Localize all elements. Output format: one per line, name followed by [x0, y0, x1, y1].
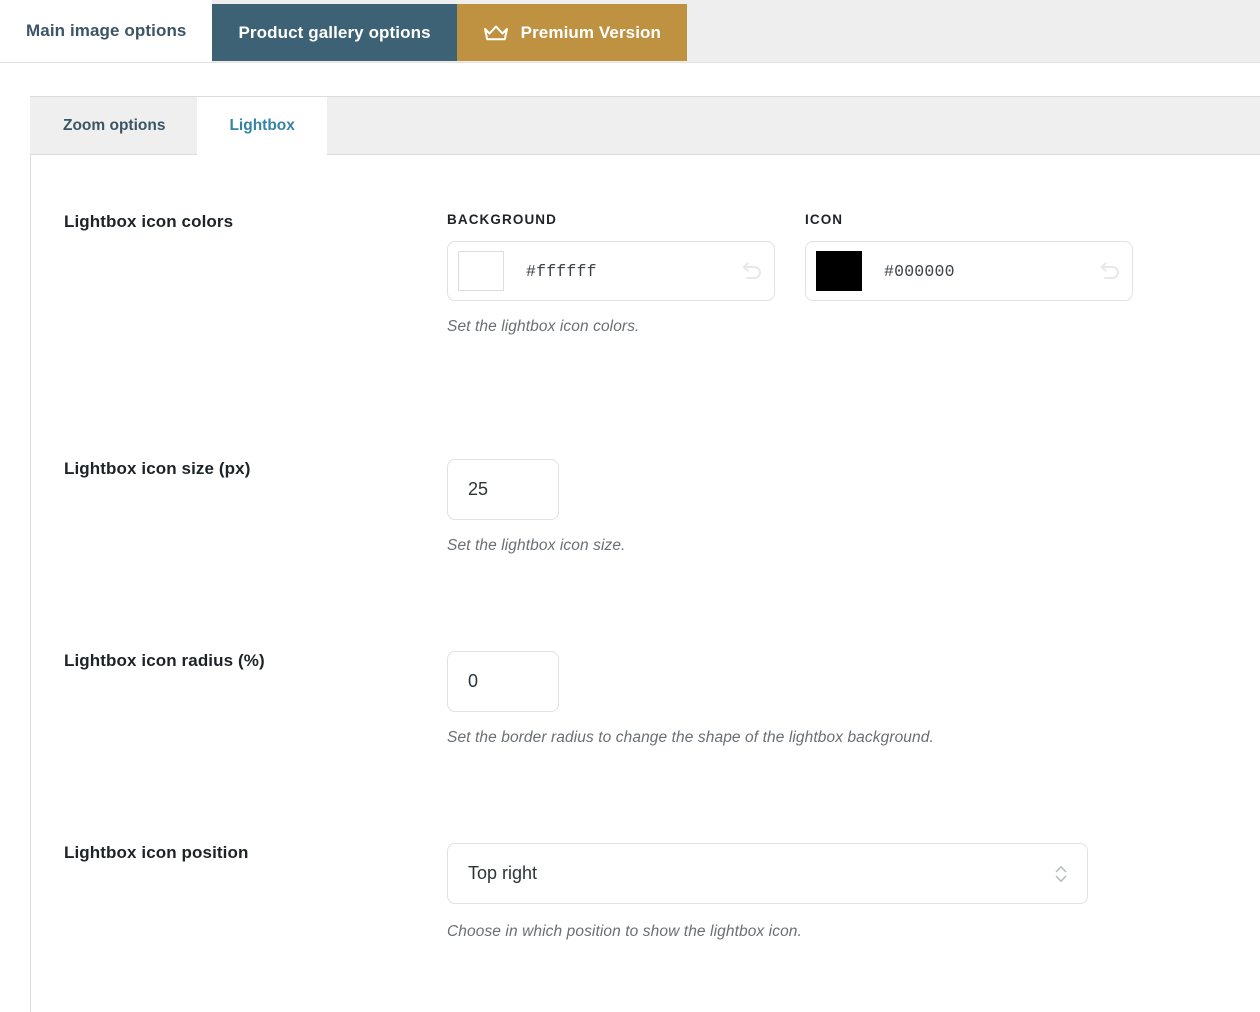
- undo-icon[interactable]: [738, 258, 764, 284]
- sub-tab-lightbox[interactable]: Lightbox: [197, 97, 327, 155]
- label-lightbox-icon-colors: Lightbox icon colors: [64, 212, 234, 231]
- lightbox-icon-position-value: Top right: [468, 863, 538, 883]
- field-lightbox-icon-colors: BACKGROUND #ffffff ICON #000000 Set the …: [447, 212, 1260, 336]
- lightbox-icon-radius-input[interactable]: 0: [447, 651, 559, 712]
- sub-tab-bar: Zoom options Lightbox: [30, 96, 1260, 155]
- color-picker-group: BACKGROUND #ffffff ICON #000000: [447, 212, 1260, 301]
- label-lightbox-icon-position: Lightbox icon position: [64, 843, 249, 862]
- description-lightbox-icon-position: Choose in which position to show the lig…: [447, 923, 802, 940]
- settings-panel: Zoom options Lightbox Lightbox icon colo…: [30, 96, 1260, 1012]
- color-swatch-icon[interactable]: [816, 251, 862, 291]
- main-tab-bar: Main image options Product gallery optio…: [0, 0, 1260, 63]
- color-column-background: BACKGROUND #ffffff: [447, 212, 805, 301]
- chevron-updown-icon: [1053, 861, 1069, 887]
- page-body: Zoom options Lightbox Lightbox icon colo…: [0, 63, 1260, 1012]
- description-lightbox-icon-radius: Set the border radius to change the shap…: [447, 729, 934, 746]
- crown-icon: [483, 24, 509, 42]
- tab-product-gallery-options[interactable]: Product gallery options: [212, 4, 457, 61]
- description-lightbox-icon-colors: Set the lightbox icon colors.: [447, 318, 640, 335]
- setting-row-lightbox-icon-size: Lightbox icon size (px) 25 Set the light…: [31, 336, 1260, 555]
- color-swatch-background[interactable]: [458, 251, 504, 291]
- label-lightbox-icon-size: Lightbox icon size (px): [64, 459, 251, 478]
- tab-premium-version[interactable]: Premium Version: [456, 4, 688, 61]
- field-lightbox-icon-size: 25 Set the lightbox icon size.: [447, 459, 1260, 555]
- tab-main-image-options[interactable]: Main image options: [0, 0, 213, 62]
- tab-product-gallery-options-label: Product gallery options: [238, 22, 431, 42]
- setting-row-lightbox-icon-position: Lightbox icon position Top right Choose …: [31, 747, 1260, 941]
- tab-main-image-options-label: Main image options: [26, 21, 187, 40]
- color-field-background[interactable]: #ffffff: [447, 241, 775, 301]
- sub-tab-zoom-options[interactable]: Zoom options: [31, 97, 197, 154]
- color-value-background[interactable]: #ffffff: [504, 262, 738, 281]
- color-column-icon: ICON #000000: [805, 212, 1133, 301]
- field-lightbox-icon-position: Top right Choose in which position to sh…: [447, 843, 1260, 941]
- color-field-icon[interactable]: #000000: [805, 241, 1133, 301]
- setting-row-lightbox-icon-radius: Lightbox icon radius (%) 0 Set the borde…: [31, 555, 1260, 747]
- label-lightbox-icon-radius: Lightbox icon radius (%): [64, 651, 265, 670]
- lightbox-icon-size-input[interactable]: 25: [447, 459, 559, 520]
- setting-row-lightbox-icon-colors: Lightbox icon colors BACKGROUND #ffffff: [31, 155, 1260, 336]
- field-lightbox-icon-radius: 0 Set the border radius to change the sh…: [447, 651, 1260, 747]
- color-value-icon[interactable]: #000000: [862, 262, 1096, 281]
- undo-icon[interactable]: [1096, 258, 1122, 284]
- lightbox-icon-position-select[interactable]: Top right: [447, 843, 1088, 904]
- sub-tab-lightbox-label: Lightbox: [229, 116, 295, 134]
- tab-premium-version-label: Premium Version: [520, 22, 662, 42]
- sub-tab-zoom-options-label: Zoom options: [63, 116, 166, 134]
- description-lightbox-icon-size: Set the lightbox icon size.: [447, 537, 626, 554]
- color-heading-icon: ICON: [805, 212, 844, 227]
- color-heading-background: BACKGROUND: [447, 212, 557, 227]
